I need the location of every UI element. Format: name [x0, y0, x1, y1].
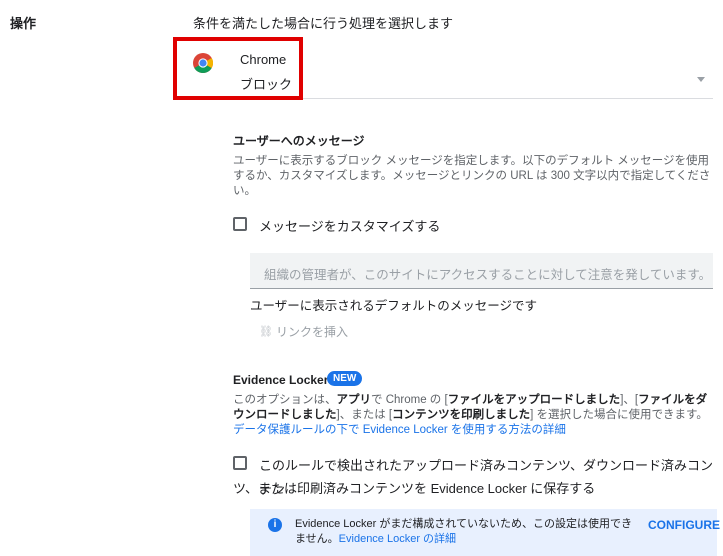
save-to-evidence-locker-label-line2[interactable]: ツ、または印刷済みコンテンツを Evidence Locker に保存する [233, 478, 595, 497]
evidence-locker-help-link[interactable]: データ保護ルールの下で Evidence Locker を使用する方法の詳細 [233, 424, 566, 436]
ev-desc-text: このオプションは、 [233, 394, 337, 406]
evidence-locker-description: このオプションは、アプリで Chrome の [ファイルをアップロードしました]… [233, 393, 715, 438]
info-icon: i [268, 518, 282, 532]
ev-desc-text: で Chrome の [ [371, 394, 448, 406]
save-to-evidence-locker-checkbox[interactable] [233, 456, 247, 470]
new-badge: NEW [327, 371, 363, 386]
ev-desc-text: ]、[ [620, 394, 639, 406]
configure-button[interactable]: CONFIGURE [648, 518, 720, 532]
evidence-locker-heading: Evidence Locker [233, 373, 329, 387]
ev-desc-bold: ファイルをアップロードしました [447, 394, 621, 406]
section-description: 条件を満たした場合に行う処理を選択します [193, 16, 454, 31]
highlight-annotation [173, 37, 303, 100]
ev-desc-text: ]、または [ [336, 409, 393, 421]
insert-link-button[interactable]: リンクを挿入 [276, 323, 348, 340]
ev-desc-bold: コンテンツを印刷しました [392, 409, 531, 421]
ev-desc-bold: アプリ [336, 394, 372, 406]
link-icon: ⛓ [259, 326, 273, 338]
section-label: 操作 [10, 16, 37, 31]
evidence-locker-details-link[interactable]: Evidence Locker の詳細 [339, 533, 456, 545]
custom-message-placeholder: 組織の管理者が、このサイトにアクセスすることに対して注意を発しています。 [264, 268, 712, 282]
chevron-down-icon[interactable] [697, 77, 705, 82]
user-message-description: ユーザーに表示するブロック メッセージを指定します。以下のデフォルト メッセージ… [233, 155, 711, 197]
customize-message-label[interactable]: メッセージをカスタマイズする [259, 216, 440, 235]
ev-desc-text: ] を選択した場合に使用できます。 [530, 409, 708, 421]
default-message-note: ユーザーに表示されるデフォルトのメッセージです [250, 299, 538, 313]
customize-message-checkbox[interactable] [233, 217, 247, 231]
user-message-heading: ユーザーへのメッセージ [233, 134, 365, 148]
info-banner-text: Evidence Locker がまだ構成されていないため、この設定は使用できま… [295, 517, 635, 547]
